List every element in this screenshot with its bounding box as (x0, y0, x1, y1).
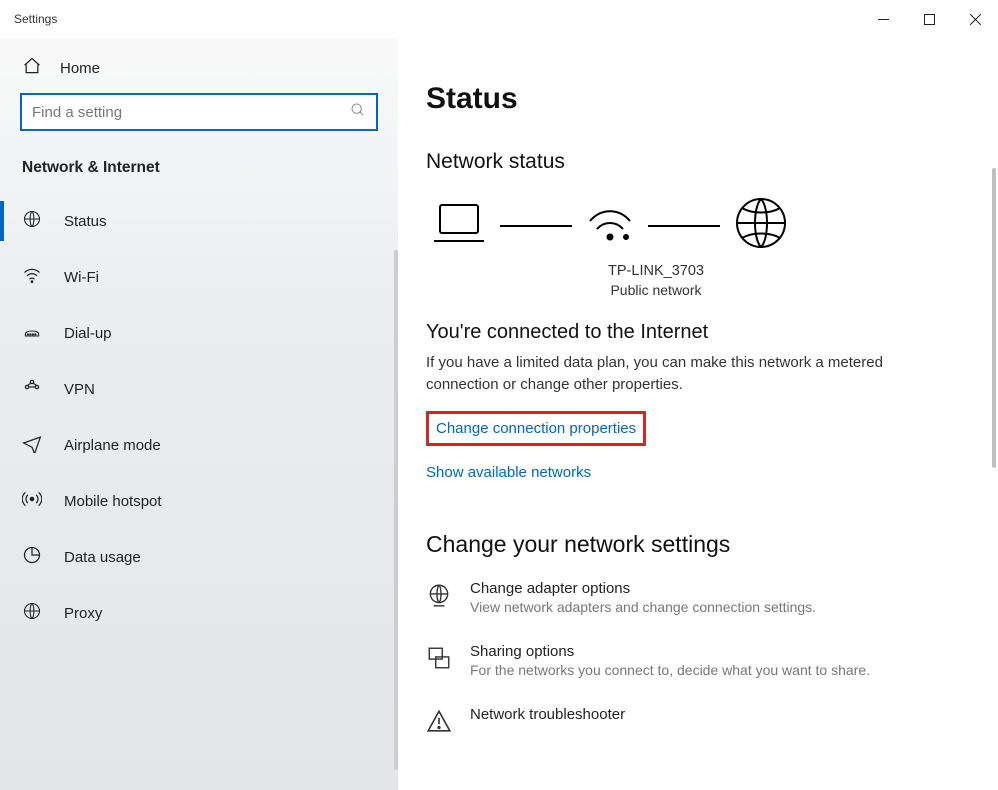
hotspot-icon (22, 489, 42, 514)
home-label: Home (60, 60, 100, 77)
sidebar: Home Network & Internet Status Wi-Fi Dia… (0, 38, 398, 790)
setting-title: Change adapter options (470, 580, 816, 597)
network-type: Public network (426, 281, 886, 301)
nav-label: Proxy (64, 605, 102, 622)
globe-icon (22, 209, 42, 234)
nav-label: Wi-Fi (64, 269, 99, 286)
sharing-icon (426, 645, 452, 671)
content-pane: Status Network status TP-LINK_3703 Publi… (398, 38, 998, 790)
nav-label: VPN (64, 381, 95, 398)
proxy-icon (22, 601, 42, 626)
sidebar-item-wifi[interactable]: Wi-Fi (0, 249, 398, 305)
nav-label: Dial-up (64, 325, 112, 342)
minimize-button[interactable] (860, 3, 906, 35)
search-icon (350, 102, 366, 123)
vpn-icon (22, 377, 42, 402)
titlebar: Settings (0, 0, 998, 38)
search-input-container[interactable] (20, 93, 378, 131)
sidebar-item-home[interactable]: Home (0, 38, 398, 93)
network-name: TP-LINK_3703 (426, 261, 886, 281)
connection-line (500, 225, 572, 227)
sidebar-item-vpn[interactable]: VPN (0, 361, 398, 417)
connected-desc: If you have a limited data plan, you can… (426, 352, 946, 397)
warning-icon (426, 708, 452, 734)
setting-troubleshooter[interactable]: Network troubleshooter (426, 706, 970, 734)
setting-adapter-options[interactable]: Change adapter options View network adap… (426, 580, 970, 615)
nav-label: Status (64, 213, 107, 230)
sidebar-item-datausage[interactable]: Data usage (0, 529, 398, 585)
nav-label: Mobile hotspot (64, 493, 162, 510)
search-input[interactable] (32, 104, 350, 121)
show-available-networks-link[interactable]: Show available networks (426, 464, 591, 481)
scrollbar-thumb[interactable] (992, 168, 996, 468)
adapter-icon (426, 582, 452, 608)
sidebar-item-hotspot[interactable]: Mobile hotspot (0, 473, 398, 529)
sidebar-item-airplane[interactable]: Airplane mode (0, 417, 398, 473)
nav-label: Data usage (64, 549, 141, 566)
sidebar-item-proxy[interactable]: Proxy (0, 585, 398, 641)
network-status-heading: Network status (426, 150, 970, 174)
airplane-icon (22, 433, 42, 458)
setting-desc: For the networks you connect to, decide … (470, 662, 870, 678)
laptop-icon (432, 201, 486, 250)
wifi-icon (586, 201, 634, 250)
network-diagram (432, 196, 970, 255)
window-title: Settings (14, 12, 57, 26)
sidebar-item-dialup[interactable]: Dial-up (0, 305, 398, 361)
connected-heading: You're connected to the Internet (426, 321, 970, 344)
setting-title: Network troubleshooter (470, 706, 625, 723)
content-scrollbar[interactable] (984, 168, 998, 790)
diagram-labels: TP-LINK_3703 Public network (426, 261, 886, 301)
close-button[interactable] (952, 3, 998, 35)
sidebar-section-title: Network & Internet (0, 151, 398, 193)
maximize-button[interactable] (906, 3, 952, 35)
datausage-icon (22, 545, 42, 570)
change-connection-properties-link[interactable]: Change connection properties (426, 411, 646, 446)
wifi-icon (22, 265, 42, 290)
home-icon (22, 56, 42, 81)
page-title: Status (426, 82, 970, 116)
sidebar-item-status[interactable]: Status (0, 193, 398, 249)
setting-sharing-options[interactable]: Sharing options For the networks you con… (426, 643, 970, 678)
connection-line (648, 225, 720, 227)
nav-label: Airplane mode (64, 437, 161, 454)
setting-title: Sharing options (470, 643, 870, 660)
change-settings-heading: Change your network settings (426, 531, 970, 558)
dialup-icon (22, 321, 42, 346)
globe-icon (734, 196, 788, 255)
setting-desc: View network adapters and change connect… (470, 599, 816, 615)
